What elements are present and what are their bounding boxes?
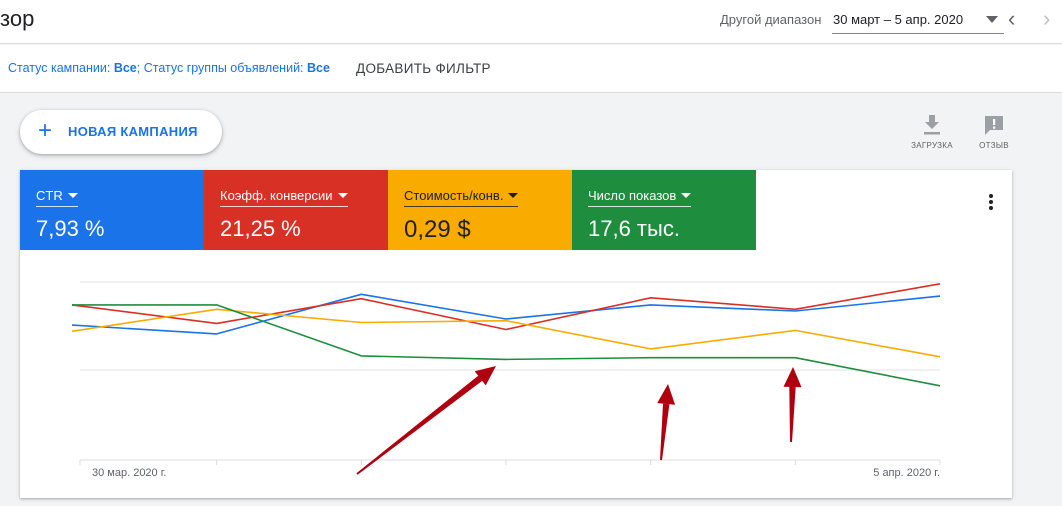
x-tick-label: 30 мар. 2020 г.: [92, 467, 166, 479]
filter-bar: Статус кампании: Все; Статус группы объя…: [0, 45, 1062, 93]
add-filter-button[interactable]: ДОБАВИТЬ ФИЛЬТР: [356, 61, 491, 76]
feedback-icon: [985, 116, 1003, 135]
feedback-button[interactable]: ОТЗЫВ: [968, 112, 1020, 156]
series-line: [71, 293, 941, 335]
new-campaign-button[interactable]: + НОВАЯ КАМПАНИЯ: [20, 110, 222, 154]
feedback-label: ОТЗЫВ: [979, 141, 1009, 150]
adgroup-status-label: Статус группы объявлений:: [143, 61, 307, 75]
campaign-status-label: Статус кампании:: [8, 61, 114, 75]
adgroup-status-value: Все: [307, 61, 330, 75]
date-range-select[interactable]: 30 март – 5 апр. 2020: [832, 6, 1004, 34]
annotation-arrow: [356, 366, 496, 475]
date-range-label: Другой диапазон: [720, 12, 822, 27]
performance-line-chart: 30 мар. 2020 г. 5 апр. 2020 г.: [71, 281, 941, 479]
chevron-right-icon[interactable]: ›: [1043, 8, 1050, 30]
dropdown-caret-icon: [986, 16, 998, 23]
download-button[interactable]: ЗАГРУЗКА: [906, 112, 958, 156]
series-line: [72, 304, 941, 387]
date-range-value: 30 март – 5 апр. 2020: [833, 12, 964, 27]
download-label: ЗАГРУЗКА: [911, 141, 953, 150]
new-campaign-label: НОВАЯ КАМПАНИЯ: [68, 124, 198, 139]
page-title: зор: [0, 6, 35, 31]
annotation-arrow: [783, 367, 802, 442]
annotation-arrow: [657, 384, 676, 461]
top-bar: зор Другой диапазон 30 март – 5 апр. 202…: [0, 0, 1062, 44]
performance-card: CTR 7,93 % Коэфф. конверсии 21,25 % Стои…: [20, 170, 1012, 498]
campaign-status-value: Все: [113, 61, 137, 75]
download-icon: [924, 115, 940, 135]
chevron-left-icon[interactable]: ‹: [1008, 8, 1015, 30]
filter-separator: ;: [136, 61, 144, 75]
plus-icon: +: [38, 117, 53, 144]
series-line: [71, 283, 941, 331]
x-tick-label: 5 апр. 2020 г.: [873, 467, 940, 479]
active-filters[interactable]: Статус кампании: Все; Статус группы объя…: [8, 61, 330, 75]
